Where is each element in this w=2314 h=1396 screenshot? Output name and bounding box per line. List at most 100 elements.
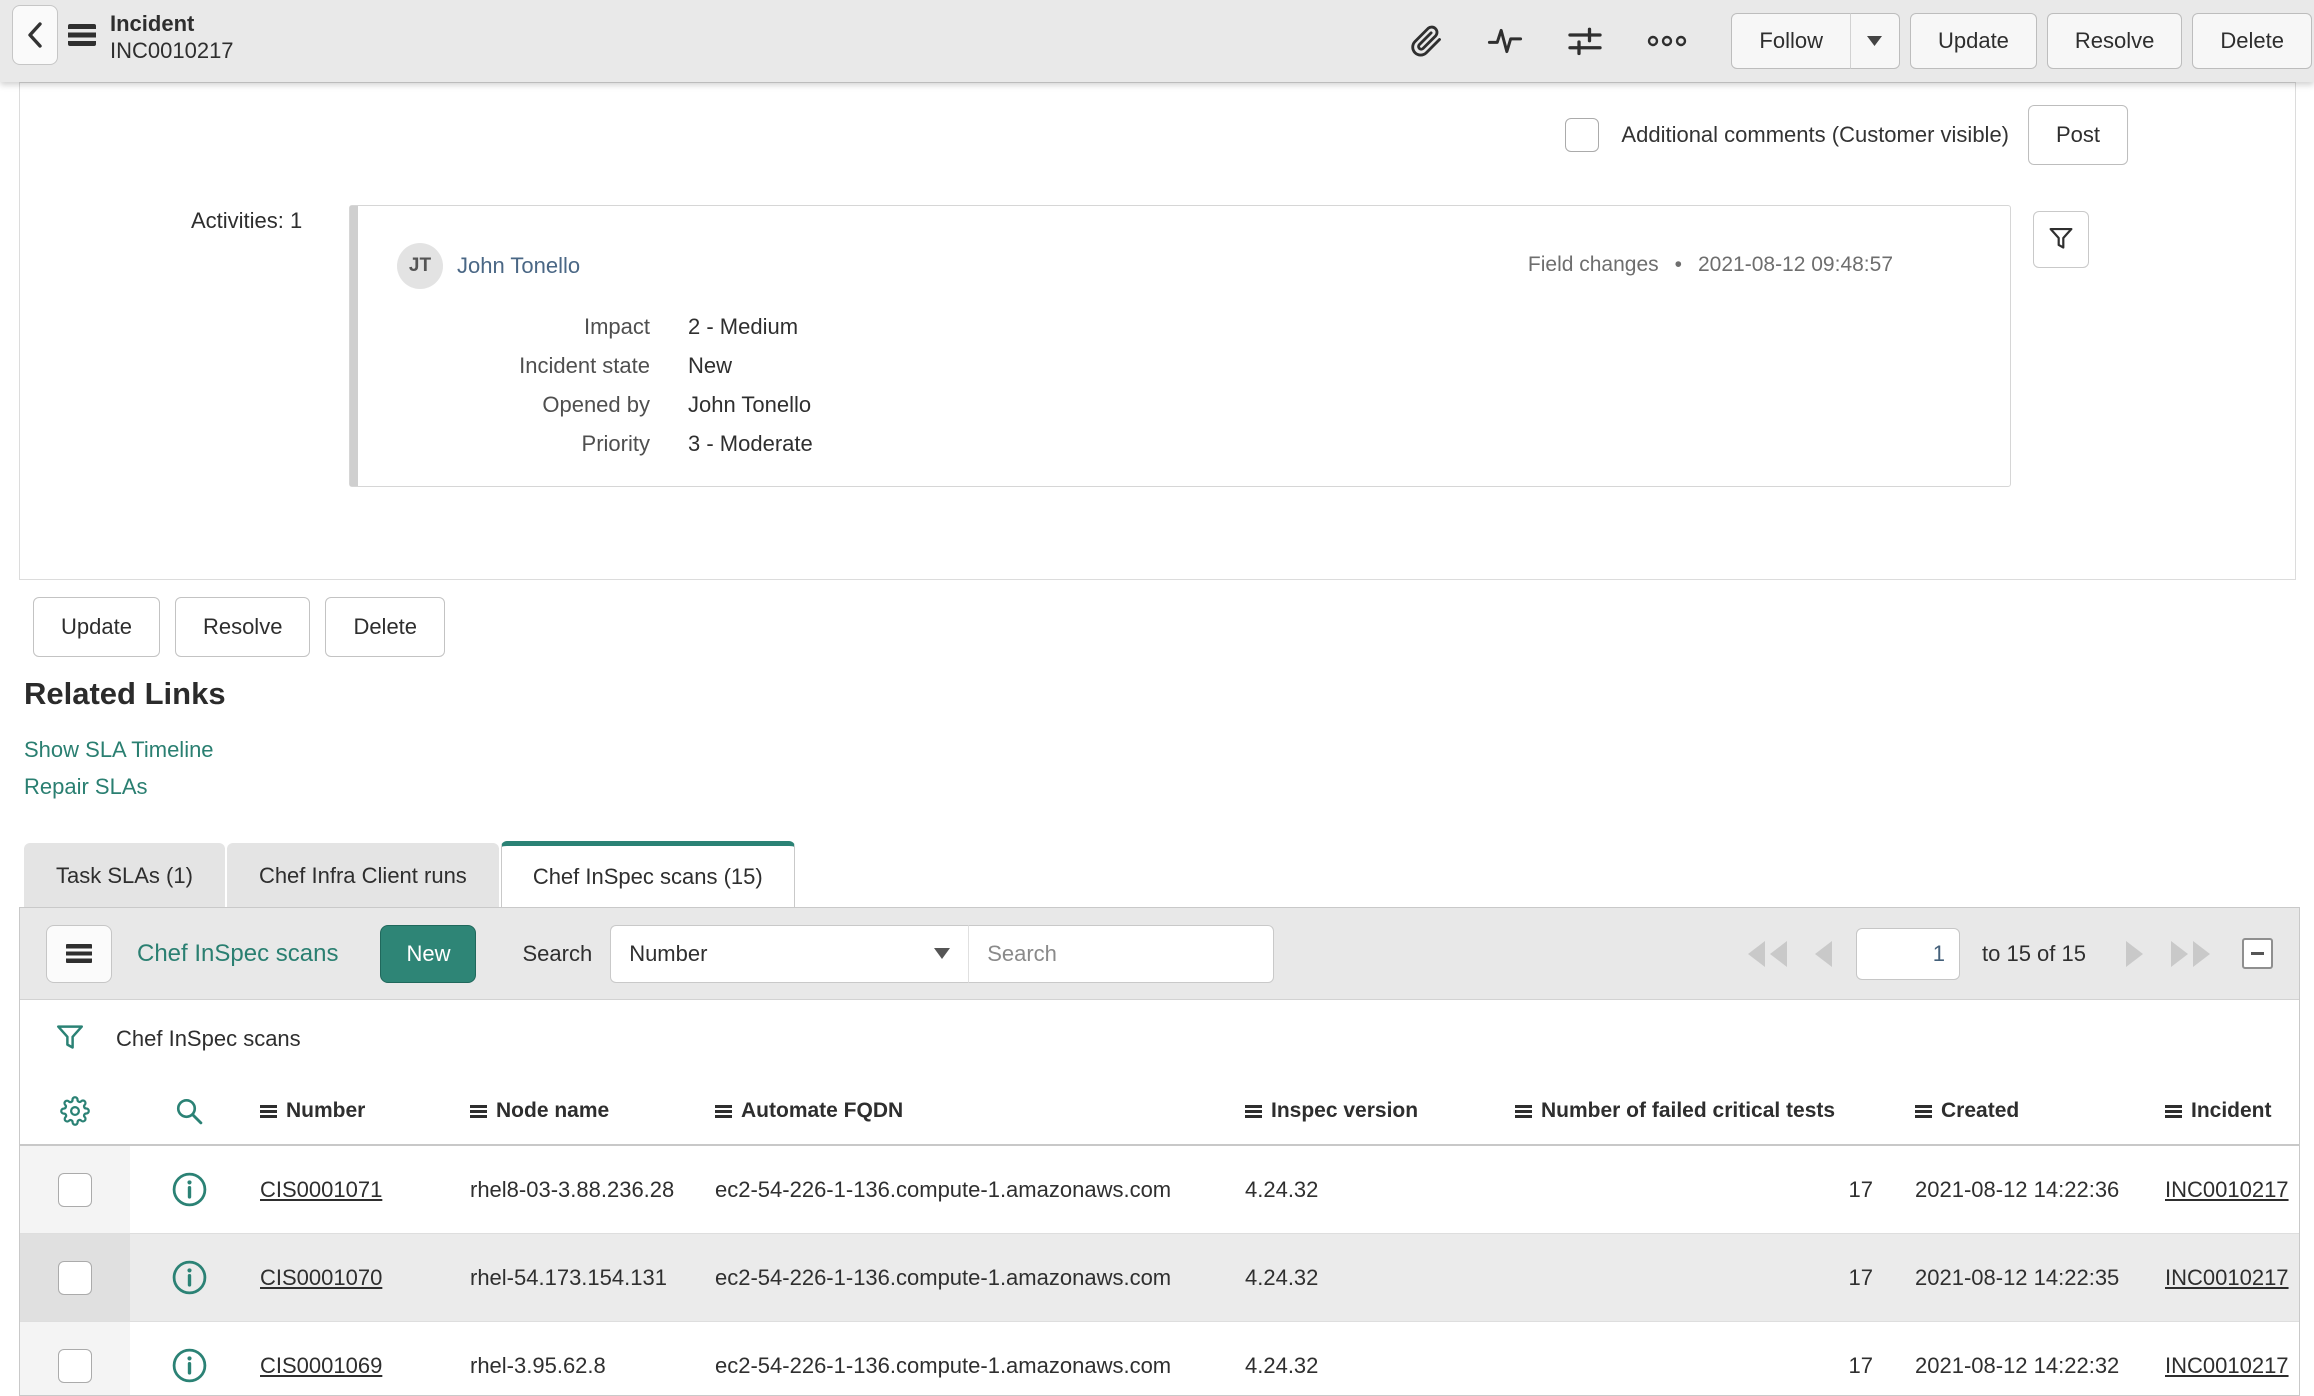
row-info-icon [172,1348,206,1383]
record-title: Incident INC0010217 [110,10,234,64]
search-field-select[interactable]: Number [610,924,969,983]
table-body: CIS0001071 rhel8-03-3.88.236.28 ec2-54-2… [20,1146,2299,1395]
field-change-label: Incident state [519,353,650,378]
last-page-button[interactable] [2168,940,2212,968]
row-info-button[interactable] [130,1146,248,1233]
post-button[interactable]: Post [2028,105,2129,165]
list-toolbar: Chef InSpec scans New Search Number to 1… [20,908,2299,1000]
table-header-row: Number Node name Automate FQDN Inspec ve… [20,1078,2299,1146]
attachment-paperclip-icon[interactable] [1408,22,1444,60]
inspec-version-cell: 4.24.32 [1245,1264,1319,1290]
column-search-icon [176,1098,203,1125]
activities-count-label: Activities: 1 [191,208,303,233]
list-menu-icon [66,944,92,963]
node-name-cell: rhel8-03-3.88.236.28 [470,1176,675,1202]
next-page-button[interactable] [2124,940,2146,968]
column-header-label: Created [1941,1099,2020,1122]
row-info-button[interactable] [130,1322,248,1395]
new-record-button[interactable]: New [380,924,477,983]
column-menu-icon [470,1104,487,1118]
row-info-button[interactable] [130,1234,248,1321]
column-header-created[interactable]: Created [1903,1099,2153,1123]
activity-stream-icon[interactable] [1486,24,1524,58]
column-header-node-name[interactable]: Node name [458,1099,703,1123]
follow-dropdown-button[interactable] [1849,13,1900,69]
activity-author-link[interactable]: John Tonello [457,253,580,279]
resolve-button[interactable]: Resolve [174,597,311,657]
column-header-incident[interactable]: Incident [2153,1099,2299,1123]
inspec-version-cell: 4.24.32 [1245,1176,1319,1202]
column-menu-icon [1245,1104,1262,1118]
created-cell: 2021-08-12 14:22:36 [1915,1176,2120,1202]
delete-button[interactable]: Delete [325,597,446,657]
tab-chef-infra-client-runs[interactable]: Chef Infra Client runs [226,843,499,907]
resolve-button-header[interactable]: Resolve [2046,13,2183,69]
table-row: CIS0001069 rhel-3.95.62.8 ec2-54-226-1-1… [20,1322,2299,1395]
column-search-button[interactable] [130,1078,248,1144]
avatar: JT [397,243,443,289]
tab-task-slas[interactable]: Task SLAs (1) [24,843,225,907]
scan-number-link[interactable]: CIS0001070 [260,1265,382,1290]
personalize-sliders-icon[interactable] [1566,23,1604,59]
incident-link[interactable]: INC0010217 [2165,1265,2289,1290]
activity-filter-button[interactable] [2033,211,2089,268]
field-change-label: Impact [583,314,650,339]
incident-link[interactable]: INC0010217 [2165,1177,2289,1202]
first-page-button[interactable] [1746,940,1790,968]
additional-comments-checkbox[interactable] [1565,118,1600,152]
context-menu-icon[interactable] [68,24,96,46]
automate-fqdn-cell: ec2-54-226-1-136.compute-1.amazonaws.com [715,1264,1172,1290]
row-checkbox[interactable] [58,1348,92,1383]
column-header-number[interactable]: Number [248,1099,458,1123]
incident-link[interactable]: INC0010217 [2165,1353,2289,1378]
pagination-controls: to 15 of 15 [1746,927,2273,980]
repair-slas-link[interactable]: Repair SLAs [24,774,148,800]
row-select-cell [20,1146,130,1233]
column-header-failed-critical-tests[interactable]: Number of failed critical tests [1503,1099,1903,1123]
more-options-icon[interactable] [1646,33,1688,49]
show-sla-timeline-link[interactable]: Show SLA Timeline [24,737,214,763]
column-header-label: Inspec version [1271,1099,1419,1122]
automate-fqdn-cell: ec2-54-226-1-136.compute-1.amazonaws.com [715,1176,1172,1202]
tab-chef-inspec-scans[interactable]: Chef InSpec scans (15) [500,841,795,907]
gear-button[interactable] [20,1078,130,1144]
incident-form-section: Additional comments (Customer visible) P… [19,82,2296,580]
field-change-label: Priority [581,431,650,456]
field-change-value: 3 - Moderate [688,431,813,456]
scan-number-link[interactable]: CIS0001071 [260,1177,382,1202]
follow-button[interactable]: Follow [1731,13,1851,69]
node-name-cell: rhel-54.173.154.131 [470,1264,667,1290]
row-info-icon [172,1172,206,1207]
collapse-list-button[interactable] [2242,938,2273,969]
field-change-label: Opened by [542,392,650,417]
previous-page-button[interactable] [1812,940,1834,968]
column-header-automate-fqdn[interactable]: Automate FQDN [703,1099,1233,1123]
column-header-label: Number [286,1099,366,1122]
field-change-value: John Tonello [688,392,812,417]
list-context-menu-button[interactable] [46,924,112,983]
field-change-value: New [688,353,733,378]
list-breadcrumb-label[interactable]: Chef InSpec scans [116,1026,301,1052]
failed-critical-tests-cell: 17 [1848,1352,1873,1378]
row-checkbox[interactable] [58,1260,92,1295]
column-header-inspec-version[interactable]: Inspec version [1233,1099,1503,1123]
column-header-label: Node name [496,1099,610,1122]
delete-button-header[interactable]: Delete [2192,13,2312,69]
page-number-input[interactable] [1856,927,1961,980]
scan-number-link[interactable]: CIS0001069 [260,1353,382,1378]
row-checkbox[interactable] [58,1172,92,1207]
breadcrumb-funnel-icon[interactable] [54,1022,86,1056]
update-button-header[interactable]: Update [1909,13,2037,69]
back-chevron-icon [28,22,42,48]
first-page-icon [1748,940,1788,967]
list-title-link[interactable]: Chef InSpec scans [137,940,338,968]
follow-split-button: Follow [1731,13,1900,69]
update-button[interactable]: Update [33,597,160,657]
search-input[interactable] [968,924,1275,983]
back-button[interactable] [12,5,58,65]
table-row: CIS0001071 rhel8-03-3.88.236.28 ec2-54-2… [20,1146,2299,1234]
failed-critical-tests-cell: 17 [1848,1176,1873,1202]
row-select-cell [20,1234,130,1321]
related-list-tabs: Task SLAs (1) Chef Infra Client runs Che… [24,841,797,907]
related-links-title: Related Links [24,676,226,711]
